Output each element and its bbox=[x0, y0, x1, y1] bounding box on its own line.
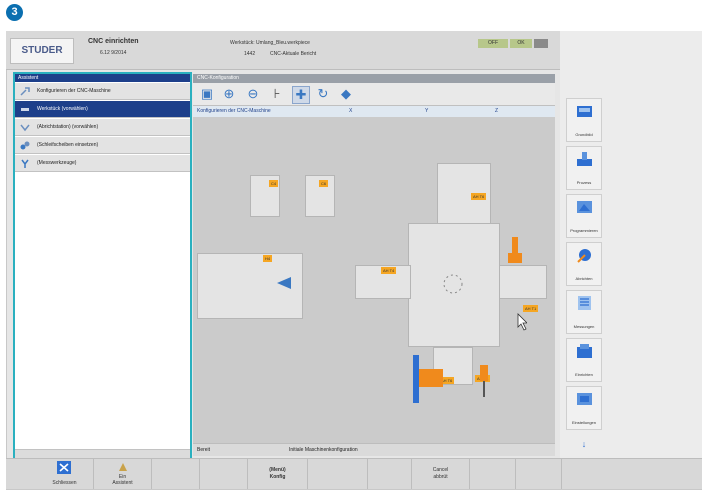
dressing-icon bbox=[20, 123, 30, 132]
workpiece-sub: 1442 bbox=[244, 51, 256, 57]
program-label: CNC-Aktuale Bericht bbox=[270, 51, 317, 57]
col-z: Z bbox=[495, 108, 499, 114]
machine-icon bbox=[577, 106, 592, 117]
close-icon bbox=[57, 461, 71, 474]
abrichten-button[interactable]: Abrichten bbox=[566, 242, 602, 286]
einstellungen-button[interactable]: Einstellungen bbox=[566, 386, 602, 430]
grundbild-button[interactable]: Grundbild bbox=[566, 98, 602, 142]
window-controls-icon[interactable] bbox=[534, 39, 548, 48]
status-center: Initiale Maschinenkonfiguration bbox=[289, 447, 358, 453]
grundbild-label: Grundbild bbox=[575, 132, 593, 137]
assistant-item-dressing[interactable]: (Abrichtstation) (vorwählen) bbox=[15, 119, 190, 136]
close-label: Schliessen bbox=[52, 480, 77, 486]
config-subheader-title: Konfigurieren der CNC-Maschine bbox=[197, 108, 271, 114]
status-bar: Bereit Initiale Maschinenkonfiguration bbox=[193, 443, 555, 456]
zoom-in-icon[interactable]: ⊕ bbox=[221, 86, 237, 102]
prozess-label: Prozess bbox=[576, 180, 592, 185]
programmieren-button[interactable]: Programmieren bbox=[566, 194, 602, 238]
probe-icon bbox=[508, 237, 522, 263]
einrichten-label: Einrichten bbox=[575, 372, 593, 377]
program-icon bbox=[577, 201, 592, 213]
programmieren-label: Programmieren bbox=[570, 228, 598, 233]
move-icon[interactable]: ✚ bbox=[292, 86, 310, 104]
assistant-item-wheels[interactable]: (Schleifscheiben einsetzen) bbox=[15, 137, 190, 154]
chuck-icon bbox=[277, 277, 291, 289]
prozess-button[interactable]: Prozess bbox=[566, 146, 602, 190]
assistant-icon bbox=[119, 463, 127, 471]
status-pill-off: OFF bbox=[478, 39, 508, 48]
app-subtitle: 6.12 9/2014 bbox=[100, 50, 127, 56]
measure-tool-icon[interactable]: ⊦ bbox=[269, 86, 285, 102]
grinding-wheel-icon bbox=[20, 141, 30, 150]
scroll-down-icon[interactable]: ↓ bbox=[566, 434, 602, 454]
step-badge: 3 bbox=[6, 4, 23, 21]
view-3d-icon[interactable]: ◆ bbox=[338, 86, 354, 102]
gauge-icon bbox=[20, 159, 30, 168]
assistant-button[interactable]: Ein Assistent bbox=[94, 459, 152, 489]
empty-softkey-5[interactable] bbox=[470, 459, 516, 489]
assistant-item-configure[interactable]: Konfigurieren der CNC-Maschine bbox=[15, 83, 190, 100]
assistant-item-label: (Messwerkzeuge) bbox=[37, 160, 77, 166]
messungen-label: Messungen bbox=[573, 324, 595, 329]
bottom-bar: Schliessen Ein Assistent (Menü) Konfig C… bbox=[6, 458, 702, 489]
einrichten-button[interactable]: Einrichten bbox=[566, 338, 602, 382]
assistant-item-label: (Schleifscheiben einsetzen) bbox=[37, 142, 99, 148]
assistant-title: Assistent bbox=[15, 74, 190, 82]
label-ah-t6-top: AH T6 bbox=[471, 193, 487, 200]
assistant-item-gauges[interactable]: (Messwerkzeuge) bbox=[15, 155, 190, 172]
settings-icon bbox=[577, 393, 592, 405]
einstellungen-label: Einstellungen bbox=[571, 420, 597, 425]
abrichten-label: Abrichten bbox=[575, 276, 593, 281]
empty-softkey-6[interactable] bbox=[516, 459, 562, 489]
setup-icon bbox=[577, 344, 592, 358]
workpiece-icon bbox=[20, 105, 30, 114]
cancel-label: Cancel abbrüt bbox=[432, 467, 449, 480]
grinding-wheel-icon bbox=[413, 355, 443, 403]
studer-logo: STUDER bbox=[10, 38, 74, 64]
status-pill-ok: OK bbox=[510, 39, 532, 48]
dresser-icon bbox=[480, 365, 488, 397]
assistant-label: Ein Assistent bbox=[112, 474, 133, 486]
label-ah-t4: AH T4 bbox=[381, 267, 397, 274]
menu-config-button[interactable]: (Menü) Konfig bbox=[248, 459, 308, 489]
assistant-panel: Assistent Konfigurieren der CNC-Maschine… bbox=[13, 72, 192, 462]
config-subheader: Konfigurieren der CNC-Maschine X Y Z bbox=[193, 106, 555, 117]
rotate-icon[interactable]: ↻ bbox=[315, 86, 331, 102]
assistant-item-workpiece[interactable]: Werkstück (vorwählen) bbox=[15, 101, 190, 118]
messungen-button[interactable]: Messungen bbox=[566, 290, 602, 334]
empty-softkey-3[interactable] bbox=[308, 459, 368, 489]
spindle-center-icon bbox=[443, 274, 463, 294]
assistant-item-label: Werkstück (vorwählen) bbox=[37, 106, 88, 112]
assistant-item-label: (Abrichtstation) (vorwählen) bbox=[37, 124, 99, 130]
label-ah-t1: AH T1 bbox=[523, 305, 539, 312]
workpiece-label: Werkstück: Umlang_Bleu.werkpiece bbox=[230, 40, 310, 46]
status-left: Bereit bbox=[197, 447, 211, 453]
dress-icon bbox=[577, 249, 591, 263]
cursor-icon bbox=[517, 313, 527, 331]
label-c6: C6 bbox=[319, 180, 329, 187]
main-title: CNC-Konfiguration bbox=[193, 74, 555, 83]
cancel-button[interactable]: Cancel abbrüt bbox=[412, 459, 470, 489]
label-h4: H4 bbox=[263, 255, 273, 262]
measure-icon bbox=[578, 296, 591, 310]
col-x: X bbox=[349, 108, 353, 114]
main-toolbar: ▣ ⊕ ⊖ ⊦ ✚ ↻ ◆ bbox=[193, 83, 555, 106]
right-slide-block[interactable] bbox=[499, 265, 547, 299]
empty-softkey-2[interactable] bbox=[200, 459, 248, 489]
close-button[interactable]: Schliessen bbox=[36, 459, 94, 489]
zoom-out-icon[interactable]: ⊖ bbox=[245, 86, 261, 102]
machine-canvas[interactable]: C4 C6 H4 AH T6 AH T4 AH T1 AH T6 AH T4 bbox=[193, 117, 555, 443]
menu-config-label: (Menü) Konfig bbox=[269, 467, 286, 480]
app-title: CNC einrichten bbox=[88, 38, 139, 45]
empty-softkey-4[interactable] bbox=[368, 459, 412, 489]
label-c4: C4 bbox=[269, 180, 279, 187]
wrench-icon bbox=[20, 87, 30, 96]
col-y: Y bbox=[425, 108, 429, 114]
empty-softkey-1[interactable] bbox=[152, 459, 200, 489]
save-icon[interactable]: ▣ bbox=[199, 86, 215, 102]
assistant-item-label: Konfigurieren der CNC-Maschine bbox=[37, 88, 111, 94]
process-icon bbox=[577, 152, 592, 166]
